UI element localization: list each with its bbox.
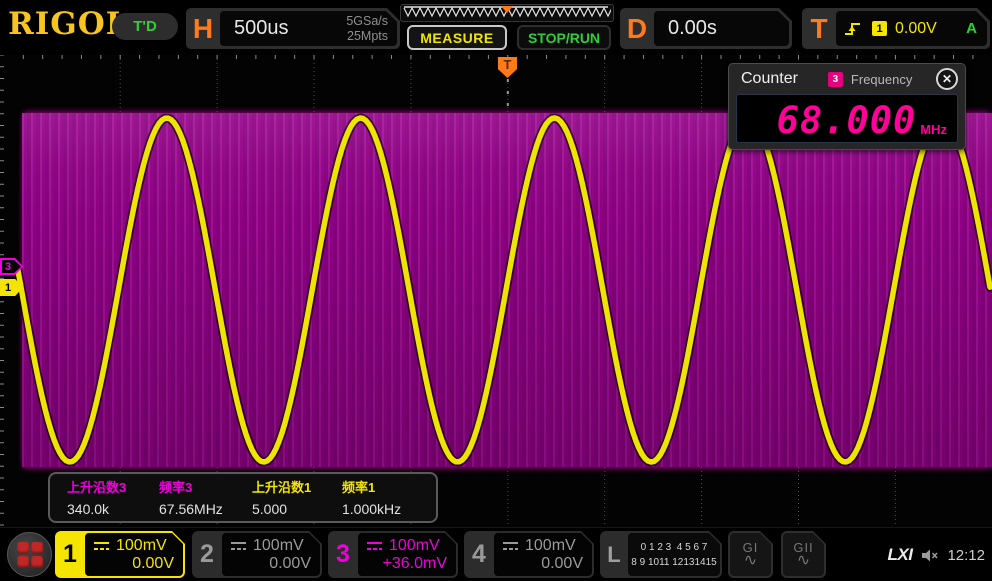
counter-unit: MHz [920, 122, 947, 137]
d-label: D [626, 12, 648, 44]
counter-mode: Frequency [850, 71, 913, 87]
counter-value: 68.000 [776, 99, 917, 142]
trigger-block[interactable]: T 1 0.00V A [802, 8, 990, 49]
measurement-item: 频率3 67.56MHz [159, 480, 223, 517]
channel-block-4[interactable]: 4 100mV 0.00V [464, 531, 594, 578]
digital-row-1: 0 1 2 3 4 5 6 7 [640, 541, 708, 553]
dc-coupling-icon [365, 540, 384, 552]
top-status-bar: RIGOL T'D H 500us 5GSa/s 25Mpts MEASURE … [0, 0, 992, 56]
ch4-offset: 0.00V [541, 555, 583, 572]
status-cluster: LXI 12:12 [888, 528, 986, 581]
speaker-muted-icon[interactable] [920, 548, 939, 563]
logic-channels-block[interactable]: L 0 1 2 3 4 5 6 7 8 9 1011 12131415 [600, 531, 722, 578]
lxi-logo: LXI [887, 545, 913, 564]
menu-grid-icon [16, 541, 43, 568]
rising-edge-trigger-icon [844, 20, 862, 37]
trigger-status-indicator: T'D [112, 13, 178, 40]
stop-run-button[interactable]: STOP/RUN [517, 25, 611, 50]
memory-zigzag-icon [403, 6, 613, 18]
sine-wave-icon: ∿ [743, 551, 758, 569]
generator2-block[interactable]: GII ∿ [781, 531, 826, 578]
trigger-sweep-mode: A [966, 20, 977, 37]
ch4-scale: 100mV [525, 537, 576, 554]
delay-block[interactable]: D 0.00s [620, 8, 792, 49]
sine-wave-icon: ∿ [796, 551, 811, 569]
t-label: T [810, 12, 828, 44]
channel-block-2[interactable]: 2 100mV 0.00V [192, 531, 322, 578]
memory-depth: 25Mpts [347, 28, 388, 43]
waveform-display-area: 3 1 T Counter 3 Frequency ✕ 68.000 MHz 上… [0, 55, 992, 527]
h-label: H [192, 12, 214, 44]
counter-source-badge: 3 [827, 71, 843, 87]
clock: 12:12 [947, 546, 985, 564]
horizontal-timebase-block[interactable]: H 500us 5GSa/s 25Mpts [186, 8, 400, 49]
ch3-scale: 100mV [389, 537, 440, 554]
measurement-results-panel: 上升沿数3 340.0k 频率3 67.56MHz 上升沿数1 5.000 频率… [48, 472, 438, 523]
sample-rate: 5GSa/s [346, 13, 388, 28]
measurement-item: 上升沿数3 340.0k [67, 480, 127, 517]
dc-coupling-icon [92, 540, 111, 552]
rigol-logo: RIGOL [8, 6, 129, 42]
channel-block-3[interactable]: 3 100mV +36.0mV [328, 531, 458, 578]
counter-panel: Counter 3 Frequency ✕ 68.000 MHz [728, 63, 966, 150]
generator1-block[interactable]: GI ∿ [728, 531, 773, 578]
counter-close-icon[interactable]: ✕ [936, 68, 958, 90]
oscilloscope-screen: RIGOL T'D H 500us 5GSa/s 25Mpts MEASURE … [0, 0, 992, 581]
trigger-level-value: 0.00V [895, 19, 937, 37]
trigger-source-badge: 1 [872, 21, 887, 36]
ch2-scale: 100mV [253, 537, 304, 554]
channel1-level-marker[interactable]: 1 [0, 279, 23, 296]
measurement-item: 频率1 1.000kHz [342, 480, 402, 517]
ch3-offset: +36.0mV [382, 555, 447, 572]
channel3-level-marker[interactable]: 3 [0, 258, 23, 275]
counter-title: Counter [741, 70, 798, 87]
channel-block-1[interactable]: 1 100mV 0.00V [55, 531, 185, 578]
ch1-offset: 0.00V [132, 555, 174, 572]
delay-value: 0.00s [668, 17, 717, 39]
waveform-memory-position-bar[interactable] [400, 4, 614, 22]
main-menu-button[interactable] [7, 532, 52, 577]
ch1-scale: 100mV [116, 537, 167, 554]
dc-coupling-icon [229, 540, 248, 552]
digital-row-2: 8 9 1011 12131415 [631, 556, 717, 568]
counter-display: 68.000 MHz [736, 94, 958, 143]
measure-button[interactable]: MEASURE [407, 25, 507, 50]
measurement-item: 上升沿数1 5.000 [252, 480, 312, 517]
timebase-value: 500us [234, 17, 289, 39]
ch2-offset: 0.00V [269, 555, 311, 572]
bottom-channel-bar: 1 100mV 0.00V 2 100mV 0.00V 3 100mV +36.… [0, 527, 992, 581]
dc-coupling-icon [501, 540, 520, 552]
